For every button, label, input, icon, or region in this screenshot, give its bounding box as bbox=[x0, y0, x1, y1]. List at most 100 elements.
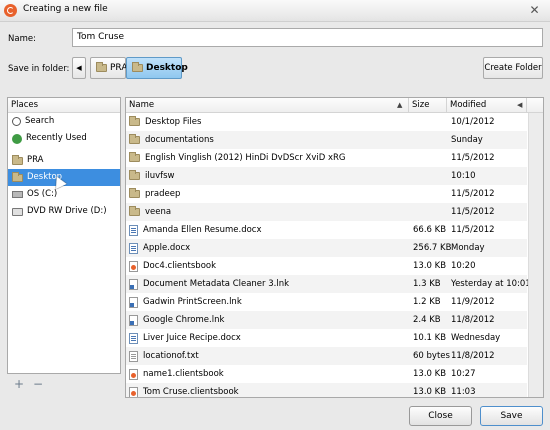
places-panel: Places Search Recently Used PRA Desktop … bbox=[7, 97, 121, 374]
folder-icon bbox=[129, 170, 140, 180]
folder-icon bbox=[96, 62, 107, 72]
file-row[interactable]: Liver Juice Recipe.docx 10.1 KB Wednesday bbox=[126, 329, 527, 347]
recent-icon bbox=[12, 133, 22, 144]
folder-icon bbox=[12, 171, 23, 182]
file-size: 1.3 KB bbox=[413, 279, 441, 289]
file-size: 10.1 KB bbox=[413, 333, 447, 343]
text-file-icon bbox=[129, 350, 138, 362]
file-row[interactable]: documentations Sunday bbox=[126, 131, 527, 149]
file-row[interactable]: iluvfsw 10:10 bbox=[126, 167, 527, 185]
file-size: 13.0 KB bbox=[413, 387, 447, 397]
search-icon bbox=[12, 117, 21, 126]
file-row[interactable]: Gadwin PrintScreen.lnk 1.2 KB 11/9/2012 bbox=[126, 293, 527, 311]
shortcut-icon bbox=[129, 314, 138, 326]
clientsbook-file-icon bbox=[129, 368, 138, 380]
folder-icon bbox=[12, 154, 23, 165]
word-document-icon bbox=[129, 242, 138, 254]
word-document-icon bbox=[129, 332, 138, 344]
column-modified-header[interactable]: Modified bbox=[447, 98, 527, 113]
place-search[interactable]: Search bbox=[8, 113, 120, 130]
sort-ascending-icon: ▲ bbox=[397, 101, 403, 109]
file-size: 60 bytes bbox=[413, 351, 450, 361]
folder-icon bbox=[132, 62, 143, 72]
breadcrumb-back-button[interactable]: ◀ bbox=[72, 57, 86, 79]
file-row[interactable]: Apple.docx 256.7 KB Monday bbox=[126, 239, 527, 257]
file-name-cell: veena bbox=[129, 203, 409, 221]
breadcrumb-pra[interactable]: PRA bbox=[90, 57, 127, 79]
place-label: OS (C:) bbox=[27, 189, 58, 199]
file-name: Document Metadata Cleaner 3.lnk bbox=[143, 279, 290, 289]
clientsbook-file-icon bbox=[129, 260, 138, 272]
name-label: Name: bbox=[8, 34, 36, 44]
app-icon bbox=[4, 4, 17, 17]
save-in-folder-label: Save in folder: bbox=[8, 64, 70, 74]
vertical-scrollbar[interactable] bbox=[528, 113, 543, 397]
file-list-body: Desktop Files 10/1/2012 documentations Sund… bbox=[126, 113, 531, 397]
folder-icon bbox=[129, 116, 140, 126]
file-row[interactable]: Amanda Ellen Resume.docx 66.6 KB 11/5/2012 bbox=[126, 221, 527, 239]
window-title: Creating a new file bbox=[23, 4, 108, 14]
file-name: name1.clientsbook bbox=[143, 369, 224, 379]
file-row[interactable]: Google Chrome.lnk 2.4 KB 11/8/2012 bbox=[126, 311, 527, 329]
word-document-icon bbox=[129, 224, 138, 236]
name-input[interactable]: Tom Cruse bbox=[72, 28, 543, 47]
save-button[interactable]: Save bbox=[480, 406, 543, 426]
shortcut-icon bbox=[129, 278, 138, 290]
file-name-cell: pradeep bbox=[129, 185, 409, 203]
close-button[interactable]: Close bbox=[409, 406, 472, 426]
file-name: Liver Juice Recipe.docx bbox=[143, 333, 241, 343]
file-size: 13.0 KB bbox=[413, 261, 447, 271]
place-pra[interactable]: PRA bbox=[8, 152, 120, 169]
places-header[interactable]: Places bbox=[8, 98, 120, 113]
create-folder-button[interactable]: Create Folder bbox=[483, 57, 543, 79]
file-name: iluvfsw bbox=[145, 171, 175, 181]
file-name-cell: Apple.docx bbox=[129, 239, 409, 257]
place-label: Recently Used bbox=[26, 133, 87, 143]
file-name-cell: documentations bbox=[129, 131, 409, 149]
file-row[interactable]: Desktop Files 10/1/2012 bbox=[126, 113, 527, 131]
add-place-button[interactable]: + bbox=[13, 378, 25, 390]
file-name-cell: locationof.txt bbox=[129, 347, 409, 365]
file-name: Gadwin PrintScreen.lnk bbox=[143, 297, 242, 307]
file-row[interactable]: pradeep 11/5/2012 bbox=[126, 185, 527, 203]
file-row[interactable]: Document Metadata Cleaner 3.lnk 1.3 KB Yes… bbox=[126, 275, 531, 293]
place-os-c[interactable]: OS (C:) bbox=[8, 186, 120, 203]
place-label: PRA bbox=[27, 155, 44, 165]
file-row[interactable]: name1.clientsbook 13.0 KB 10:27 bbox=[126, 365, 527, 383]
shortcut-icon bbox=[129, 296, 138, 308]
file-size: 256.7 KB bbox=[413, 243, 451, 253]
file-name-cell: Liver Juice Recipe.docx bbox=[129, 329, 409, 347]
file-row[interactable]: Tom Cruse.clientsbook 13.0 KB 11:03 bbox=[126, 383, 527, 397]
window-close-button[interactable]: ✕ bbox=[522, 2, 547, 18]
file-name: Google Chrome.lnk bbox=[143, 315, 225, 325]
file-list-header: Name ▲ Size Modified ◀ bbox=[126, 98, 543, 113]
file-name-cell: Gadwin PrintScreen.lnk bbox=[129, 293, 409, 311]
column-name-header[interactable]: Name bbox=[126, 98, 409, 113]
clientsbook-file-icon bbox=[129, 386, 138, 397]
file-row[interactable]: veena 11/5/2012 bbox=[126, 203, 527, 221]
column-size-header[interactable]: Size bbox=[409, 98, 447, 113]
file-name-cell: Amanda Ellen Resume.docx bbox=[129, 221, 409, 239]
file-name-cell: Document Metadata Cleaner 3.lnk bbox=[129, 275, 409, 293]
column-menu-icon: ◀ bbox=[517, 101, 523, 109]
file-size: 1.2 KB bbox=[413, 297, 441, 307]
places-buttons: + − bbox=[7, 376, 121, 394]
breadcrumb-label: Desktop bbox=[146, 63, 188, 73]
place-dvd-drive[interactable]: DVD RW Drive (D:) bbox=[8, 203, 120, 220]
file-size: 66.6 KB bbox=[413, 225, 447, 235]
file-row[interactable]: Doc4.clientsbook 13.0 KB 10:20 bbox=[126, 257, 527, 275]
place-label: DVD RW Drive (D:) bbox=[27, 206, 107, 216]
file-name: Desktop Files bbox=[145, 117, 202, 127]
file-name-cell: Tom Cruse.clientsbook bbox=[129, 383, 409, 397]
remove-place-button[interactable]: − bbox=[32, 378, 44, 390]
folder-icon bbox=[129, 152, 140, 162]
file-row[interactable]: locationof.txt 60 bytes 11/8/2012 bbox=[126, 347, 527, 365]
file-name-cell: Google Chrome.lnk bbox=[129, 311, 409, 329]
place-recently-used[interactable]: Recently Used bbox=[8, 130, 120, 147]
file-row[interactable]: English Vinglish (2012) HinDi DvDScr Xvi… bbox=[126, 149, 527, 167]
breadcrumb-desktop[interactable]: Desktop bbox=[126, 57, 188, 79]
file-name: documentations bbox=[145, 135, 214, 145]
title-bar: Creating a new file ✕ bbox=[0, 0, 550, 22]
folder-icon bbox=[129, 206, 140, 216]
dvd-icon bbox=[12, 207, 23, 216]
